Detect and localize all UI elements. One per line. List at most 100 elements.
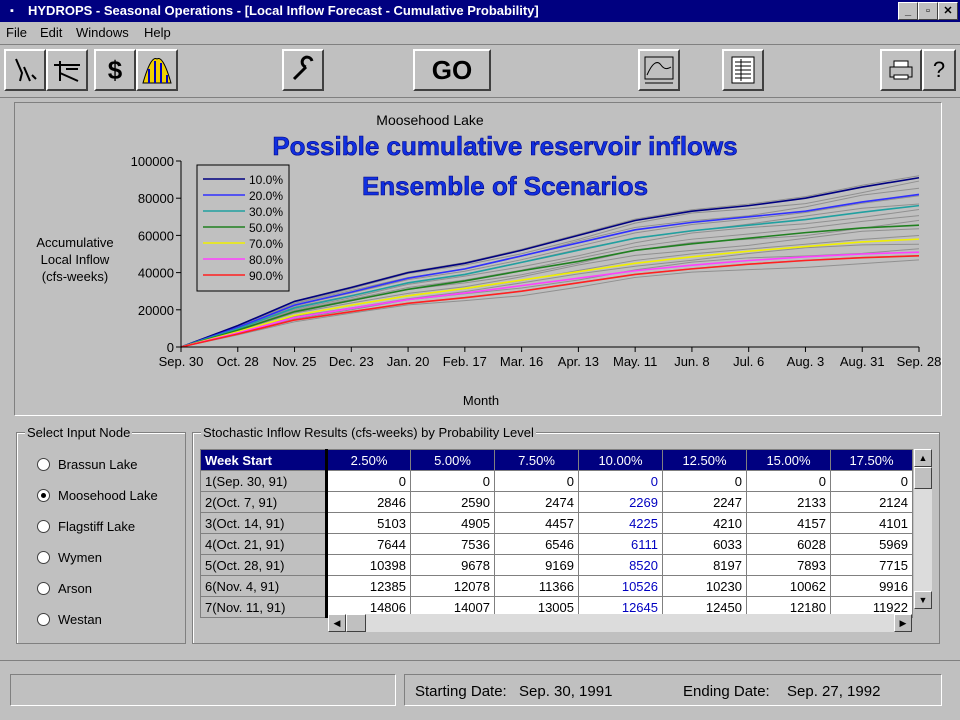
value-cell[interactable]: 4905 [410,512,495,534]
value-cell[interactable]: 6033 [662,533,747,555]
probability-button[interactable] [136,49,178,91]
value-cell[interactable]: 9678 [410,554,495,576]
input-node-option[interactable]: Moosehood Lake [37,488,158,503]
dollar-button[interactable]: $ [94,49,136,91]
value-cell[interactable]: 2269 [578,491,663,513]
value-cell[interactable]: 4101 [830,512,913,534]
value-cell[interactable]: 7644 [326,533,411,555]
value-cell[interactable]: 2846 [326,491,411,513]
value-cell[interactable]: 0 [662,470,747,492]
value-cell[interactable]: 0 [746,470,831,492]
table-row[interactable]: 5(Oct. 28, 91) 10398 9678 9169 8520 8197 7893 7… [200,554,913,576]
week-start-cell[interactable]: 1(Sep. 30, 91) [200,470,328,492]
scroll-down-icon[interactable]: ▼ [914,591,932,609]
value-cell[interactable]: 7893 [746,554,831,576]
scroll-thumb[interactable] [914,467,932,489]
scroll-left-icon[interactable]: ◀ [328,614,346,632]
table-row[interactable]: 3(Oct. 14, 91) 5103 4905 4457 4225 4210 4157 41… [200,512,913,534]
restore-button[interactable]: ▫ [918,2,938,20]
value-cell[interactable]: 0 [326,470,411,492]
value-cell[interactable]: 8197 [662,554,747,576]
value-cell[interactable]: 12385 [326,575,411,597]
menu-windows[interactable]: Windows [76,25,129,40]
radio-icon[interactable] [37,551,50,564]
table-row[interactable]: 6(Nov. 4, 91) 12385 12078 11366 10526 10230 10… [200,575,913,597]
value-cell[interactable]: 11366 [494,575,579,597]
table-horizontal-scrollbar[interactable]: ◀ ▶ [328,614,912,632]
scroll-up-icon[interactable]: ▲ [914,449,932,467]
input-node-option[interactable]: Westan [37,612,102,627]
value-cell[interactable]: 10526 [578,575,663,597]
value-cell[interactable]: 2133 [746,491,831,513]
column-header[interactable]: 12.50% [662,449,747,471]
value-cell[interactable]: 10062 [746,575,831,597]
column-header[interactable]: 5.00% [410,449,495,471]
value-cell[interactable]: 7715 [830,554,913,576]
value-cell[interactable]: 6028 [746,533,831,555]
value-cell[interactable]: 4225 [578,512,663,534]
value-cell[interactable]: 4457 [494,512,579,534]
value-cell[interactable]: 8520 [578,554,663,576]
inflow-button[interactable] [4,49,46,91]
column-header[interactable]: 2.50% [326,449,411,471]
value-cell[interactable]: 6111 [578,533,663,555]
radio-icon[interactable] [37,520,50,533]
value-cell[interactable]: 2590 [410,491,495,513]
column-header[interactable]: 7.50% [494,449,579,471]
week-start-cell[interactable]: 7(Nov. 11, 91) [200,596,328,618]
week-start-cell[interactable]: 5(Oct. 28, 91) [200,554,328,576]
menu-file[interactable]: File [6,25,27,40]
table-row[interactable]: 4(Oct. 21, 91) 7644 7536 6546 6111 6033 6028 59… [200,533,913,555]
table-vertical-scrollbar[interactable]: ▲ ▼ [914,449,932,609]
value-cell[interactable]: 0 [578,470,663,492]
week-start-cell[interactable]: 6(Nov. 4, 91) [200,575,328,597]
menu-help[interactable]: Help [144,25,171,40]
column-header[interactable]: 17.50% [830,449,913,471]
value-cell[interactable]: 7536 [410,533,495,555]
value-cell[interactable]: 10230 [662,575,747,597]
week-start-cell[interactable]: 2(Oct. 7, 91) [200,491,328,513]
hydrograph-button[interactable] [638,49,680,91]
go-button[interactable]: GO [413,49,491,91]
input-node-option[interactable]: Flagstiff Lake [37,519,135,534]
value-cell[interactable]: 9916 [830,575,913,597]
week-start-cell[interactable]: 3(Oct. 14, 91) [200,512,328,534]
value-cell[interactable]: 0 [830,470,913,492]
wrench-button[interactable] [282,49,324,91]
print-button[interactable] [880,49,922,91]
value-cell[interactable]: 2124 [830,491,913,513]
value-cell[interactable]: 10398 [326,554,411,576]
close-button[interactable]: ✕ [938,2,958,20]
input-node-option[interactable]: Brassun Lake [37,457,138,472]
column-header[interactable]: Week Start [200,449,328,471]
column-header[interactable]: 10.00% [578,449,663,471]
radio-icon[interactable] [37,489,50,502]
table-row[interactable]: 1(Sep. 30, 91) 0 0 0 0 0 0 0 [200,470,913,492]
value-cell[interactable]: 12078 [410,575,495,597]
column-header[interactable]: 15.00% [746,449,831,471]
minimize-button[interactable]: _ [898,2,918,20]
table-row[interactable]: 2(Oct. 7, 91) 2846 2590 2474 2269 2247 2133 212… [200,491,913,513]
menu-edit[interactable]: Edit [40,25,62,40]
radio-icon[interactable] [37,458,50,471]
value-cell[interactable]: 2247 [662,491,747,513]
table-button[interactable] [722,49,764,91]
value-cell[interactable]: 2474 [494,491,579,513]
value-cell[interactable]: 5969 [830,533,913,555]
reservoir-button[interactable] [46,49,88,91]
value-cell[interactable]: 4157 [746,512,831,534]
value-cell[interactable]: 0 [410,470,495,492]
week-start-cell[interactable]: 4(Oct. 21, 91) [200,533,328,555]
app-icon[interactable]: ▪ [5,4,19,18]
input-node-option[interactable]: Wymen [37,550,102,565]
radio-icon[interactable] [37,613,50,626]
value-cell[interactable]: 9169 [494,554,579,576]
scroll-right-icon[interactable]: ▶ [894,614,912,632]
help-button[interactable]: ? [922,49,956,91]
input-node-option[interactable]: Arson [37,581,92,596]
value-cell[interactable]: 4210 [662,512,747,534]
radio-icon[interactable] [37,582,50,595]
scroll-h-thumb[interactable] [346,614,366,632]
value-cell[interactable]: 6546 [494,533,579,555]
value-cell[interactable]: 5103 [326,512,411,534]
